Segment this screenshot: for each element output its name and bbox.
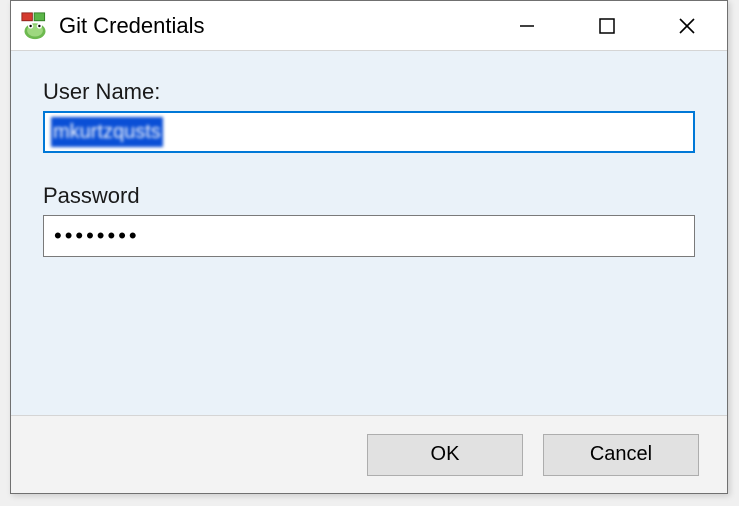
window-controls bbox=[487, 1, 727, 50]
dialog-content: User Name: mkurtzqusts Password bbox=[11, 51, 727, 415]
dialog-title: Git Credentials bbox=[59, 13, 487, 39]
maximize-button[interactable] bbox=[567, 1, 647, 50]
close-button[interactable] bbox=[647, 1, 727, 50]
minimize-button[interactable] bbox=[487, 1, 567, 50]
username-input[interactable]: mkurtzqusts bbox=[43, 111, 695, 153]
password-input[interactable] bbox=[43, 215, 695, 257]
password-label: Password bbox=[43, 183, 695, 209]
username-label: User Name: bbox=[43, 79, 695, 105]
username-value: mkurtzqusts bbox=[51, 117, 163, 147]
git-credentials-dialog: Git Credentials User Name: mkurtzqusts P… bbox=[10, 0, 728, 494]
cancel-button[interactable]: Cancel bbox=[543, 434, 699, 476]
ok-button[interactable]: OK bbox=[367, 434, 523, 476]
dialog-footer: OK Cancel bbox=[11, 415, 727, 493]
titlebar: Git Credentials bbox=[11, 1, 727, 51]
toad-app-icon bbox=[21, 12, 49, 40]
